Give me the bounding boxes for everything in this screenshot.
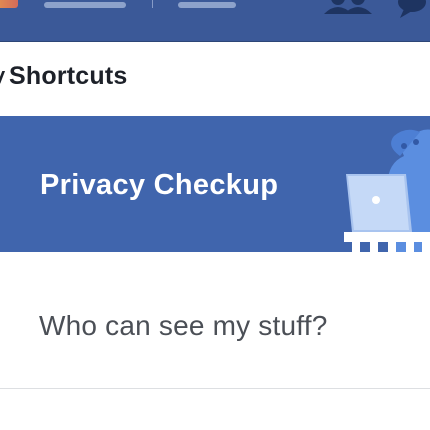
privacy-dinosaur-icon	[344, 129, 430, 252]
facebook-privacy-shortcuts-screen: ˅ Shortcuts Privacy Checkup Who can see …	[0, 0, 430, 430]
shortcuts-section-header[interactable]: ˅ Shortcuts	[0, 42, 430, 114]
profile-thumbnail[interactable]	[0, 0, 18, 8]
friends-icon[interactable]	[322, 0, 376, 14]
who-can-see-my-stuff-row[interactable]: Who can see my stuff?	[0, 252, 430, 389]
nav-label-right[interactable]	[178, 2, 236, 8]
top-navigation-bar	[0, 0, 430, 42]
who-can-see-my-stuff-label: Who can see my stuff?	[39, 310, 328, 341]
shortcuts-title: Shortcuts	[9, 62, 128, 90]
chevron-down-icon: ˅	[0, 64, 6, 93]
nav-label-left[interactable]	[44, 2, 126, 8]
nav-divider	[152, 0, 153, 8]
messages-icon[interactable]	[392, 0, 428, 18]
next-shortcut-row[interactable]	[0, 390, 430, 430]
privacy-checkup-banner[interactable]: Privacy Checkup	[0, 116, 430, 252]
privacy-checkup-title: Privacy Checkup	[40, 169, 279, 201]
